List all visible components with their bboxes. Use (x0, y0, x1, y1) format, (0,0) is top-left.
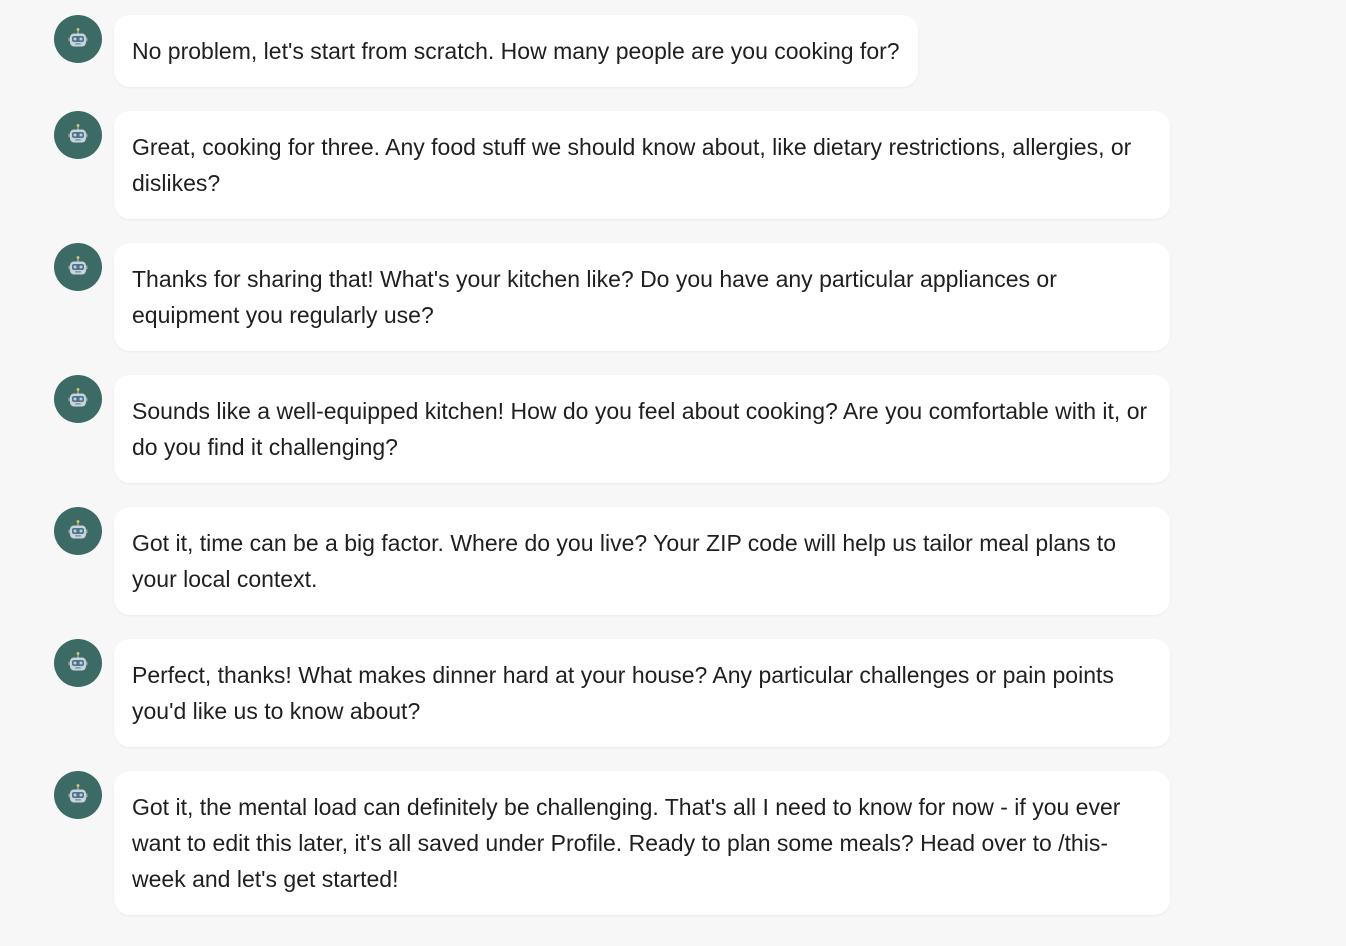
bot-avatar (54, 771, 102, 819)
message-bubble: Sounds like a well-equipped kitchen! How… (114, 375, 1170, 483)
bot-avatar (54, 111, 102, 159)
robot-icon (68, 28, 88, 47)
robot-icon (68, 520, 88, 539)
message-text: Got it, time can be a big factor. Where … (132, 530, 1116, 592)
message-bubble: No problem, let's start from scratch. Ho… (114, 15, 918, 87)
robot-icon (68, 388, 88, 407)
bot-message: Great, cooking for three. Any food stuff… (54, 111, 1346, 219)
message-text: Sounds like a well-equipped kitchen! How… (132, 398, 1148, 460)
bot-avatar (54, 639, 102, 687)
message-text: Great, cooking for three. Any food stuff… (132, 134, 1132, 196)
message-text: Perfect, thanks! What makes dinner hard … (132, 662, 1114, 724)
robot-icon (68, 652, 88, 671)
chat-transcript: No problem, let's start from scratch. Ho… (0, 0, 1346, 946)
message-bubble: Got it, time can be a big factor. Where … (114, 507, 1170, 615)
bot-message: No problem, let's start from scratch. Ho… (54, 15, 1346, 87)
bot-message: Perfect, thanks! What makes dinner hard … (54, 639, 1346, 747)
bot-avatar (54, 507, 102, 555)
bot-avatar (54, 15, 102, 63)
message-bubble: Perfect, thanks! What makes dinner hard … (114, 639, 1170, 747)
message-bubble: Got it, the mental load can definitely b… (114, 771, 1170, 915)
message-text: Got it, the mental load can definitely b… (132, 794, 1121, 892)
bot-message: Thanks for sharing that! What's your kit… (54, 243, 1346, 351)
bot-avatar (54, 375, 102, 423)
bot-message: Got it, time can be a big factor. Where … (54, 507, 1346, 615)
robot-icon (68, 124, 88, 143)
message-bubble: Great, cooking for three. Any food stuff… (114, 111, 1170, 219)
message-text: Thanks for sharing that! What's your kit… (132, 266, 1057, 328)
bot-message: Sounds like a well-equipped kitchen! How… (54, 375, 1346, 483)
robot-icon (68, 784, 88, 803)
bot-message: Got it, the mental load can definitely b… (54, 771, 1346, 915)
message-text: No problem, let's start from scratch. Ho… (132, 38, 900, 64)
message-bubble: Thanks for sharing that! What's your kit… (114, 243, 1170, 351)
bot-avatar (54, 243, 102, 291)
robot-icon (68, 256, 88, 275)
